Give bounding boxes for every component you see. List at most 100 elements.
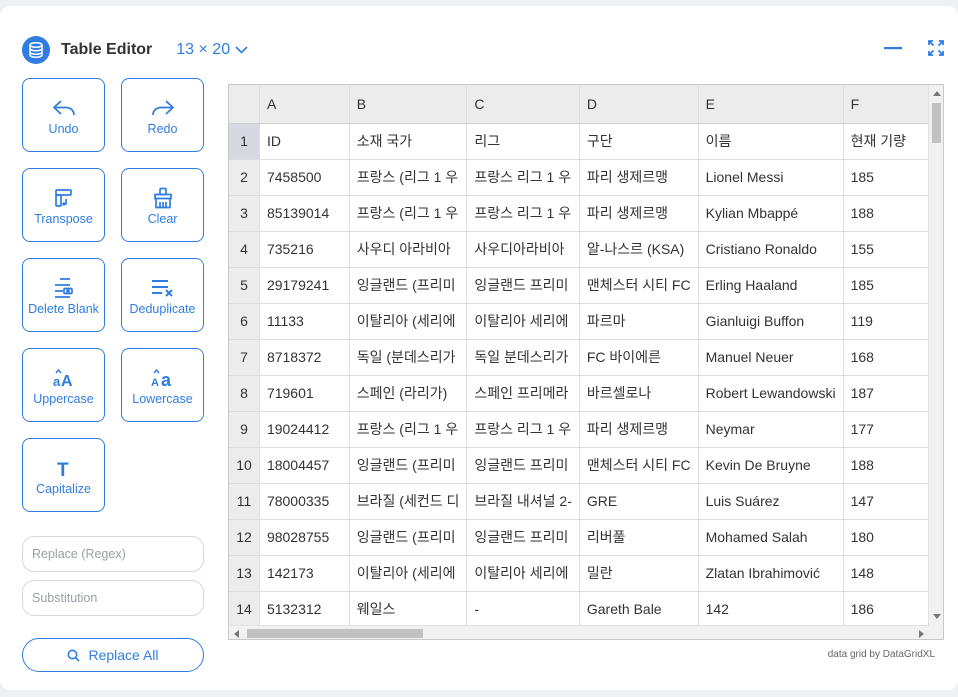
table-cell[interactable]: 이탈리아 (세리에 <box>349 555 468 592</box>
row-header[interactable]: 1 <box>229 123 260 160</box>
table-cell[interactable]: 5132312 <box>259 591 350 625</box>
replace-all-button[interactable]: Replace All <box>22 638 204 672</box>
table-cell[interactable]: FC 바이에른 <box>579 339 699 376</box>
scroll-down-icon[interactable] <box>933 614 941 619</box>
table-cell[interactable]: 리버풀 <box>579 519 699 556</box>
row-header[interactable]: 4 <box>229 231 260 268</box>
table-cell[interactable]: 맨체스터 시티 FC <box>579 267 699 304</box>
minimize-icon[interactable] <box>884 46 902 50</box>
fullscreen-icon[interactable] <box>928 40 944 56</box>
redo-button[interactable]: Redo <box>121 78 204 152</box>
table-cell[interactable]: 프랑스 리그 1 우 <box>466 195 580 232</box>
table-cell[interactable]: Gianluigi Buffon <box>698 303 844 340</box>
table-cell[interactable]: 19024412 <box>259 411 350 448</box>
table-cell[interactable]: Luis Suárez <box>698 483 844 520</box>
table-cell[interactable]: 78000335 <box>259 483 350 520</box>
table-cell[interactable]: 186 <box>843 591 929 625</box>
row-header[interactable]: 6 <box>229 303 260 340</box>
table-cell[interactable]: 142 <box>698 591 844 625</box>
table-cell[interactable]: 밀란 <box>579 555 699 592</box>
delete-blank-button[interactable]: Delete Blank <box>22 258 105 332</box>
table-cell[interactable]: GRE <box>579 483 699 520</box>
table-cell[interactable]: 119 <box>843 303 929 340</box>
vertical-scrollbar[interactable] <box>928 85 943 625</box>
table-cell[interactable]: Robert Lewandowski <box>698 375 844 412</box>
lowercase-button[interactable]: Aa Lowercase <box>121 348 204 422</box>
table-cell[interactable]: 85139014 <box>259 195 350 232</box>
table-cell[interactable]: 프랑스 리그 1 우 <box>466 159 580 196</box>
table-cell[interactable]: 142173 <box>259 555 350 592</box>
table-cell[interactable]: 177 <box>843 411 929 448</box>
table-cell[interactable]: 잉글랜드 (프리미 <box>349 267 468 304</box>
uppercase-button[interactable]: aA Uppercase <box>22 348 105 422</box>
column-header[interactable]: E <box>698 85 844 124</box>
table-cell[interactable]: 잉글랜드 프리미 <box>466 267 580 304</box>
deduplicate-button[interactable]: Deduplicate <box>121 258 204 332</box>
table-cell[interactable]: 파리 생제르맹 <box>579 411 699 448</box>
table-cell[interactable]: Manuel Neuer <box>698 339 844 376</box>
table-cell[interactable]: 사우디 아라비아 <box>349 231 468 268</box>
table-cell[interactable]: 168 <box>843 339 929 376</box>
table-cell[interactable]: Erling Haaland <box>698 267 844 304</box>
column-header[interactable]: F <box>843 85 929 124</box>
table-cell[interactable]: 98028755 <box>259 519 350 556</box>
table-cell[interactable]: 브라질 내셔널 2- <box>466 483 580 520</box>
table-cell[interactable]: 180 <box>843 519 929 556</box>
substitution-input[interactable] <box>22 580 204 616</box>
table-cell[interactable]: 파리 생제르맹 <box>579 195 699 232</box>
row-header[interactable]: 12 <box>229 519 260 556</box>
vertical-scroll-thumb[interactable] <box>932 103 941 143</box>
table-cell[interactable]: ID <box>259 123 350 160</box>
table-cell[interactable]: 29179241 <box>259 267 350 304</box>
table-cell[interactable]: 이탈리아 세리에 <box>466 555 580 592</box>
table-cell[interactable]: 이탈리아 세리에 <box>466 303 580 340</box>
table-cell[interactable]: 스페인 (라리가) <box>349 375 468 412</box>
capitalize-button[interactable]: T Capitalize <box>22 438 105 512</box>
table-cell[interactable]: - <box>466 591 580 625</box>
table-cell[interactable]: 사우디아라비아 <box>466 231 580 268</box>
undo-button[interactable]: Undo <box>22 78 105 152</box>
table-cell[interactable]: 프랑스 (리그 1 우 <box>349 195 468 232</box>
table-cell[interactable]: 188 <box>843 195 929 232</box>
scroll-up-icon[interactable] <box>933 91 941 96</box>
row-header[interactable]: 7 <box>229 339 260 376</box>
table-cell[interactable]: 185 <box>843 159 929 196</box>
table-cell[interactable]: 현재 기량 <box>843 123 929 160</box>
table-cell[interactable]: 독일 (분데스리가 <box>349 339 468 376</box>
scroll-left-icon[interactable] <box>234 630 239 638</box>
table-cell[interactable]: 735216 <box>259 231 350 268</box>
table-cell[interactable]: 프랑스 리그 1 우 <box>466 411 580 448</box>
table-cell[interactable]: 맨체스터 시티 FC <box>579 447 699 484</box>
table-cell[interactable]: 웨일스 <box>349 591 468 625</box>
table-cell[interactable]: 147 <box>843 483 929 520</box>
table-cell[interactable]: 독일 분데스리가 <box>466 339 580 376</box>
table-cell[interactable]: 파르마 <box>579 303 699 340</box>
table-cell[interactable]: 브라질 (세컨드 디 <box>349 483 468 520</box>
table-cell[interactable]: 스페인 프리메라 <box>466 375 580 412</box>
scroll-right-icon[interactable] <box>919 630 924 638</box>
table-cell[interactable]: 187 <box>843 375 929 412</box>
column-header[interactable]: B <box>349 85 468 124</box>
row-header[interactable]: 3 <box>229 195 260 232</box>
table-cell[interactable]: 8718372 <box>259 339 350 376</box>
table-cell[interactable]: Kylian Mbappé <box>698 195 844 232</box>
table-cell[interactable]: 프랑스 (리그 1 우 <box>349 411 468 448</box>
table-cell[interactable]: Neymar <box>698 411 844 448</box>
table-cell[interactable]: 알-나스르 (KSA) <box>579 231 699 268</box>
row-header[interactable]: 5 <box>229 267 260 304</box>
clear-button[interactable]: Clear <box>121 168 204 242</box>
table-cell[interactable]: 719601 <box>259 375 350 412</box>
table-cell[interactable]: 잉글랜드 (프리미 <box>349 447 468 484</box>
table-cell[interactable]: 잉글랜드 (프리미 <box>349 519 468 556</box>
table-cell[interactable]: Cristiano Ronaldo <box>698 231 844 268</box>
table-cell[interactable]: 리그 <box>466 123 580 160</box>
column-header[interactable]: D <box>579 85 699 124</box>
table-cell[interactable]: Kevin De Bruyne <box>698 447 844 484</box>
table-cell[interactable]: 이름 <box>698 123 844 160</box>
row-header[interactable]: 9 <box>229 411 260 448</box>
table-cell[interactable]: 프랑스 (리그 1 우 <box>349 159 468 196</box>
select-all-corner[interactable] <box>229 85 260 124</box>
table-cell[interactable]: 구단 <box>579 123 699 160</box>
table-cell[interactable]: 185 <box>843 267 929 304</box>
table-cell[interactable]: 155 <box>843 231 929 268</box>
